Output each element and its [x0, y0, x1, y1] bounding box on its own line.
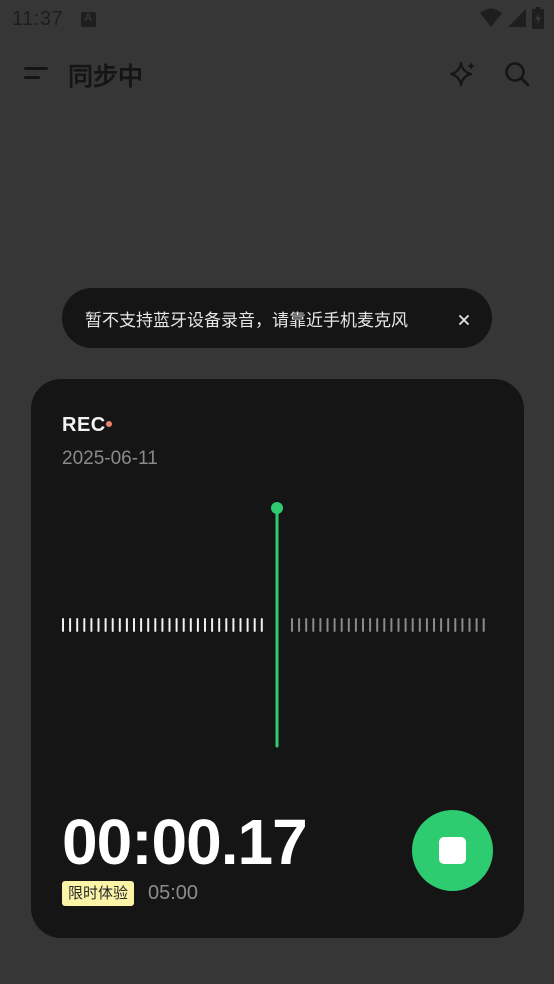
page-title: 同步中	[68, 62, 144, 91]
playhead-knob	[271, 502, 283, 514]
trial-badge: 限时体验	[62, 881, 135, 906]
stop-recording-button[interactable]	[412, 810, 493, 891]
battery-icon	[532, 7, 544, 29]
screen: 11:37 同步中	[0, 0, 554, 984]
recording-indicator-dot	[106, 421, 112, 427]
menu-icon	[24, 67, 48, 79]
menu-button[interactable]	[22, 62, 52, 86]
recording-limit: 05:00	[148, 882, 199, 904]
signal-icon	[508, 9, 526, 27]
recording-card: REC 2025-06-11 00:00.17 限时体验 05:00	[31, 379, 524, 938]
bluetooth-warning-toast: 暂不支持蓝牙设备录音，请靠近手机麦克风	[62, 288, 492, 348]
elapsed-timer: 00:00.17	[62, 806, 308, 878]
toast-close-button[interactable]	[455, 311, 473, 329]
audio-waveform	[62, 502, 485, 748]
status-bar: 11:37	[0, 0, 554, 38]
status-icons	[480, 7, 544, 29]
close-icon	[459, 315, 469, 325]
status-time: 11:37	[12, 7, 64, 30]
recording-date: 2025-06-11	[62, 448, 158, 469]
text-a-icon	[81, 11, 97, 27]
toast-message: 暂不支持蓝牙设备录音，请靠近手机麦克风	[85, 311, 408, 331]
sparkle-icon	[449, 61, 475, 87]
top-app-bar: 同步中	[0, 48, 554, 100]
search-icon	[505, 62, 530, 87]
stop-icon	[439, 837, 466, 864]
wifi-icon	[480, 8, 502, 27]
rec-label: REC	[62, 414, 106, 436]
ai-sparkle-button[interactable]	[449, 60, 477, 88]
search-button[interactable]	[503, 60, 531, 88]
